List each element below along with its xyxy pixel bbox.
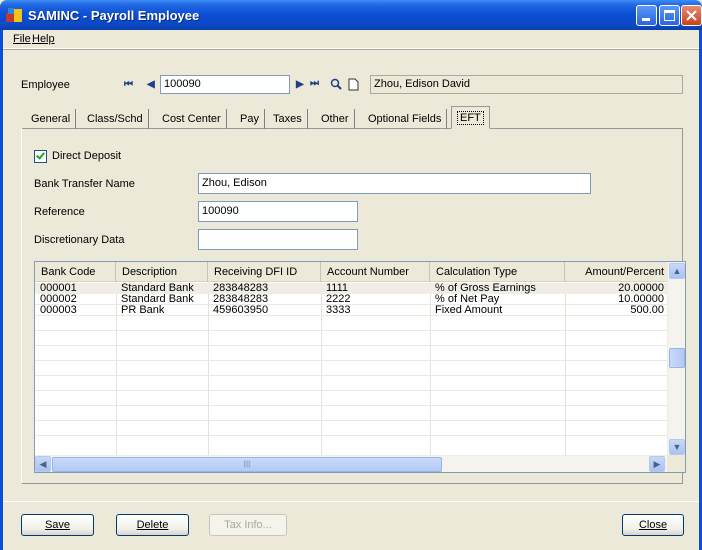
close-button[interactable]: Close <box>622 514 684 536</box>
menu-file[interactable]: File <box>13 33 31 45</box>
title-bar[interactable]: SAMINC - Payroll Employee <box>0 0 702 30</box>
previous-record-icon[interactable]: ◀ <box>147 79 155 90</box>
tab-other[interactable]: Other <box>316 109 355 129</box>
tab-general[interactable]: General <box>26 109 77 129</box>
scrollbar-corner <box>667 455 685 472</box>
save-button-label: Save <box>44 519 71 531</box>
vertical-scrollbar[interactable]: ▲ ▼ <box>667 262 685 456</box>
employee-id-input[interactable]: 100090 <box>160 75 290 94</box>
direct-deposit-label: Direct Deposit <box>52 150 122 162</box>
new-document-icon[interactable] <box>348 78 359 91</box>
last-record-icon[interactable]: ⏭ <box>310 78 319 89</box>
chevron-left-icon: ◀ <box>39 459 47 469</box>
column-header-receiving-dfi-id[interactable]: Receiving DFI ID <box>208 262 321 282</box>
app-icon <box>6 8 22 22</box>
close-window-button[interactable] <box>681 5 702 26</box>
grid-header: Bank Code Description Receiving DFI ID A… <box>35 262 667 282</box>
column-header-account-number[interactable]: Account Number <box>321 262 430 282</box>
menu-help[interactable]: Help <box>32 33 55 45</box>
tab-cost-center-label: Cost Center <box>162 113 221 125</box>
window-title: SAMINC - Payroll Employee <box>28 8 200 23</box>
tab-eft-label: EFT <box>457 111 484 125</box>
chevron-up-icon: ▲ <box>672 266 682 276</box>
tab-eft[interactable]: EFT <box>451 106 490 129</box>
maximize-icon <box>664 10 675 21</box>
grid-row-line <box>35 420 667 421</box>
tab-taxes-label: Taxes <box>273 113 302 125</box>
chevron-right-icon: ▶ <box>653 459 661 469</box>
footer-divider <box>3 501 699 502</box>
horizontal-scroll-thumb[interactable]: |||| <box>52 457 442 472</box>
grid-row-line <box>35 435 667 436</box>
reference-label: Reference <box>34 206 85 218</box>
delete-button[interactable]: Delete <box>116 514 189 536</box>
cell-calculation-type: Fixed Amount <box>435 304 503 316</box>
search-icon[interactable] <box>330 78 342 90</box>
save-button[interactable]: Save <box>21 514 94 536</box>
employee-label: Employee <box>21 79 70 91</box>
column-header-bank-code[interactable]: Bank Code <box>35 262 116 282</box>
cell-description: PR Bank <box>121 304 165 316</box>
menu-bar: File Help <box>3 30 699 49</box>
reference-input[interactable]: 100090 <box>198 201 358 222</box>
column-header-calculation-type[interactable]: Calculation Type <box>430 262 565 282</box>
grid-row-line <box>35 360 667 361</box>
bank-transfer-name-input[interactable]: Zhou, Edison <box>198 173 591 194</box>
cell-amount-percent: 500.00 <box>630 304 664 316</box>
discretionary-data-input[interactable] <box>198 229 358 250</box>
vertical-scroll-thumb[interactable] <box>669 348 685 368</box>
column-header-amount-percent[interactable]: Amount/Percent <box>565 262 667 282</box>
tab-class-schd[interactable]: Class/Schd <box>82 109 149 129</box>
tax-info-button-label: Tax Info... <box>224 519 272 531</box>
cell-dfi-id: 459603950 <box>213 304 269 316</box>
tax-info-button: Tax Info... <box>209 514 287 536</box>
column-header-description[interactable]: Description <box>116 262 208 282</box>
tab-optional-fields[interactable]: Optional Fields <box>363 109 448 129</box>
bank-transfer-name-label: Bank Transfer Name <box>34 178 135 190</box>
scroll-right-button[interactable]: ▶ <box>649 456 665 472</box>
tab-pay-label: Pay <box>240 113 259 125</box>
checkmark-icon <box>36 150 45 160</box>
grid-row-line <box>35 390 667 391</box>
tab-cost-center[interactable]: Cost Center <box>157 109 227 129</box>
horizontal-scrollbar[interactable]: ◀ |||| ▶ <box>35 455 667 472</box>
scroll-up-button[interactable]: ▲ <box>669 263 685 279</box>
maximize-button[interactable] <box>659 5 680 26</box>
cell-account-number: 3333 <box>326 304 351 316</box>
table-row[interactable]: 000003 PR Bank 459603950 3333 Fixed Amou… <box>35 305 667 316</box>
grid-row-line <box>35 375 667 376</box>
tab-general-label: General <box>31 113 71 125</box>
scroll-down-button[interactable]: ▼ <box>669 439 685 455</box>
close-button-label: Close <box>638 519 668 531</box>
discretionary-data-label: Discretionary Data <box>34 234 125 246</box>
grid-row-line <box>35 345 667 346</box>
chevron-down-icon: ▼ <box>672 442 682 452</box>
first-record-icon[interactable]: ⏮ <box>124 79 133 90</box>
cell-bank-code: 000003 <box>40 304 77 316</box>
next-record-icon[interactable]: ▶ <box>296 79 304 90</box>
tab-pay[interactable]: Pay <box>235 109 265 129</box>
tab-optional-fields-label: Optional Fields <box>368 113 442 125</box>
tab-other-label: Other <box>321 113 349 125</box>
employee-name-field: Zhou, Edison David <box>370 75 683 94</box>
scroll-left-button[interactable]: ◀ <box>35 456 51 472</box>
close-icon <box>686 10 697 21</box>
minimize-icon <box>642 18 650 21</box>
delete-button-label: Delete <box>136 519 169 531</box>
grip-icon: |||| <box>243 461 251 468</box>
tab-class-schd-label: Class/Schd <box>87 113 143 125</box>
window-frame-left <box>0 30 3 550</box>
direct-deposit-checkbox[interactable] <box>34 150 47 163</box>
grid-row-line <box>35 330 667 331</box>
grid-row-line <box>35 405 667 406</box>
tab-taxes[interactable]: Taxes <box>268 109 308 129</box>
bank-accounts-grid[interactable]: Bank Code Description Receiving DFI ID A… <box>34 261 686 473</box>
minimize-button[interactable] <box>636 5 657 26</box>
